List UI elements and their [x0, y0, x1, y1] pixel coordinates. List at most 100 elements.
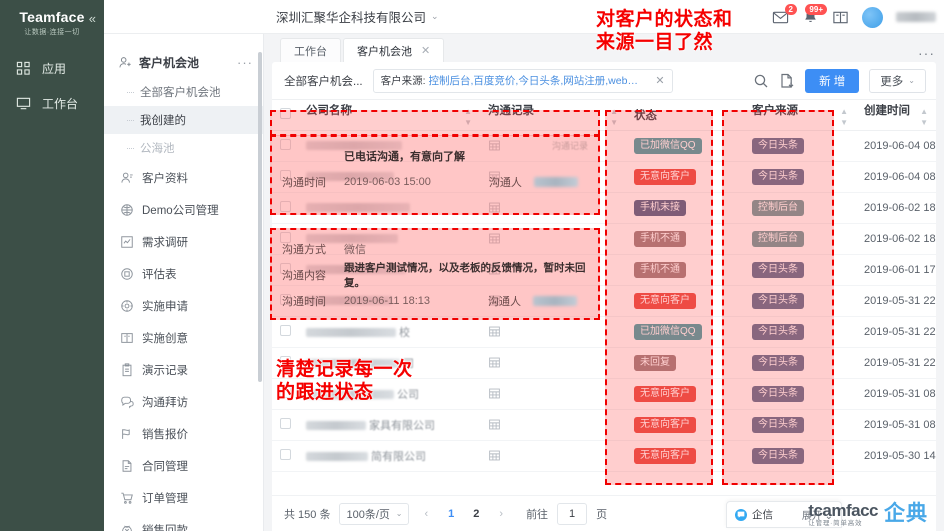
- sidebar-group-customer-pool[interactable]: 客户机会池 ···: [104, 47, 263, 78]
- sidebar-subitem-created-by-me[interactable]: 我创建的: [104, 106, 263, 134]
- row-checkbox[interactable]: [280, 448, 291, 460]
- source-badge: 今日头条: [752, 261, 804, 278]
- close-icon[interactable]: ✕: [421, 44, 430, 57]
- filter-chip-customer-source[interactable]: 客户来源: 控制后台,百度竞价,今日头条,网站注册,web表单 ✕: [372, 68, 673, 93]
- close-icon[interactable]: ✕: [655, 74, 664, 87]
- cell-source: 控制后台: [744, 223, 856, 255]
- tab-workbench[interactable]: 工作台: [280, 38, 341, 62]
- sidebar-item-demo-record[interactable]: 演示记录: [104, 354, 263, 386]
- column-label: 状态: [634, 109, 657, 122]
- goto-page-input[interactable]: [557, 502, 588, 525]
- search-icon[interactable]: [753, 73, 769, 89]
- page-size-label: 100条/页: [346, 508, 390, 521]
- page-number-2[interactable]: 2: [468, 508, 484, 520]
- sort-icon[interactable]: ▲ ▼: [920, 106, 928, 128]
- cell-record[interactable]: [480, 440, 626, 472]
- cell-created: 2019-06-04 08:45:1: [856, 161, 936, 193]
- prev-page-button[interactable]: ‹: [418, 508, 434, 520]
- sidebar-item-sales-payment[interactable]: 销售回款: [104, 514, 263, 531]
- primary-nav-rail: Teamface 让数据·连接一切 « 应用 工作台: [0, 0, 104, 531]
- cell-company[interactable]: 简有限公司: [298, 440, 480, 472]
- add-button[interactable]: 新 增: [805, 68, 860, 93]
- column-header-created[interactable]: 创建时间 ▲ ▼: [856, 100, 936, 131]
- sidebar-item-label: 沟通拜访: [142, 397, 188, 409]
- row-checkbox[interactable]: [280, 324, 291, 336]
- sidebar-item-order-management[interactable]: 订单管理: [104, 482, 263, 514]
- cell-record[interactable]: [480, 316, 626, 348]
- sidebar-group-more-icon[interactable]: ···: [237, 56, 253, 69]
- tab-customer-pool[interactable]: 客户机会池 ✕: [343, 38, 445, 62]
- cell-source: 今日头条: [744, 161, 856, 193]
- record-row: 沟通内容 跟进客户测试情况，以及老板的反馈情况，暂时未回复。: [282, 262, 588, 289]
- filter-chip-value: 控制后台,百度竞价,今日头条,网站注册,web表单: [428, 75, 648, 87]
- row-select-cell: [272, 409, 298, 441]
- sidebar-subitem-all-pool[interactable]: 全部客户机会池: [104, 78, 263, 106]
- org-selector-label[interactable]: 深圳汇聚华企科技有限公司: [276, 7, 426, 26]
- cell-record[interactable]: [480, 347, 626, 379]
- sidebar-item-sales-quote[interactable]: 销售报价: [104, 418, 263, 450]
- source-badge: 今日头条: [752, 168, 804, 185]
- view-scope-label[interactable]: 全部客户机会...: [284, 73, 363, 89]
- mail-icon[interactable]: 2: [772, 3, 797, 26]
- table-row[interactable]: 校 已加微信QQ 今日头条 2019-05-31 22:48:2: [272, 316, 936, 348]
- export-icon[interactable]: [779, 73, 795, 89]
- sidebar-item-demo-company[interactable]: Demo公司管理: [104, 194, 263, 226]
- cell-created: 2019-06-04 08:46:1: [856, 130, 936, 162]
- table-row[interactable]: 家具有限公司 无意向客户 今日头条 2019-05-31 08:49:0: [272, 409, 936, 441]
- chevron-down-icon[interactable]: ⌄: [431, 11, 439, 22]
- sidebar-subitem-public-pool[interactable]: 公海池: [104, 134, 263, 162]
- record-icon[interactable]: [488, 325, 618, 338]
- avatar[interactable]: [862, 6, 883, 28]
- sidebar-item-implementation-apply[interactable]: 实施申请: [104, 290, 263, 322]
- row-checkbox[interactable]: [280, 417, 291, 429]
- sidebar-item-evaluation[interactable]: 评估表: [104, 258, 263, 290]
- record-icon[interactable]: [488, 356, 618, 369]
- sidebar-item-implementation-idea[interactable]: 实施创意: [104, 322, 263, 354]
- cell-record[interactable]: [480, 378, 626, 410]
- status-badge: 无意向客户: [634, 168, 696, 185]
- cell-company[interactable]: 家具有限公司: [298, 409, 480, 441]
- column-header-record[interactable]: 沟通记录 ▲ ▼: [480, 100, 626, 131]
- sidebar-item-customer-profile[interactable]: 客户资料: [104, 162, 263, 194]
- page-number-1[interactable]: 1: [443, 508, 459, 520]
- column-label: 公司名称: [306, 104, 352, 117]
- cell-source: 今日头条: [744, 130, 856, 162]
- sort-icon[interactable]: ▲ ▼: [840, 106, 848, 128]
- record-icon[interactable]: [488, 418, 618, 431]
- next-page-button[interactable]: ›: [493, 508, 509, 520]
- record-icon[interactable]: [488, 449, 618, 462]
- cell-source: 今日头条: [744, 347, 856, 379]
- sort-icon[interactable]: ▲ ▼: [464, 106, 472, 128]
- cell-record[interactable]: [480, 409, 626, 441]
- status-badge: 手机不通: [634, 261, 686, 278]
- record-icon[interactable]: [488, 387, 618, 400]
- status-badge: 无意向客户: [634, 447, 696, 464]
- select-all-header: [272, 100, 298, 131]
- sidebar-item-contract-management[interactable]: 合同管理: [104, 450, 263, 482]
- source-badge: 控制后台: [752, 199, 804, 216]
- tab-overflow-icon[interactable]: ···: [918, 46, 935, 60]
- collapse-icon[interactable]: «: [89, 12, 96, 25]
- brand-block: Teamface 让数据·连接一切 «: [0, 0, 104, 37]
- column-header-company[interactable]: 公司名称 ▲ ▼: [298, 100, 480, 131]
- customer-pool-icon: [118, 56, 132, 70]
- status-badge: 已加微信QQ: [634, 323, 702, 340]
- more-actions-button[interactable]: 更多 ⌄: [869, 68, 926, 93]
- cell-company[interactable]: 校: [298, 316, 480, 348]
- record-row: 已电话沟通，有意向了解: [282, 143, 588, 169]
- rail-item-apps[interactable]: 应用: [0, 51, 104, 86]
- column-header-status[interactable]: 状态: [626, 100, 744, 131]
- sidebar-item-label: 销售报价: [142, 429, 188, 441]
- sidebar-item-requirement-survey[interactable]: 需求调研: [104, 226, 263, 258]
- bell-icon[interactable]: 99+: [802, 3, 827, 26]
- company-name-tail: 家具有限公司: [369, 419, 435, 432]
- sidebar-item-communication-visit[interactable]: 沟通拜访: [104, 386, 263, 418]
- table-row[interactable]: 简有限公司 无意向客户 今日头条 2019-05-30 14:38:1: [272, 440, 936, 472]
- column-header-source[interactable]: 客户来源 ▲ ▼: [744, 100, 856, 131]
- select-all-checkbox[interactable]: [280, 107, 291, 119]
- sort-icon[interactable]: ▲ ▼: [610, 106, 618, 128]
- sidebar-scrollbar[interactable]: [258, 52, 262, 382]
- page-size-select[interactable]: 100条/页 ⌄: [339, 502, 410, 525]
- rail-item-workbench[interactable]: 工作台: [0, 86, 104, 121]
- book-icon[interactable]: [832, 9, 849, 26]
